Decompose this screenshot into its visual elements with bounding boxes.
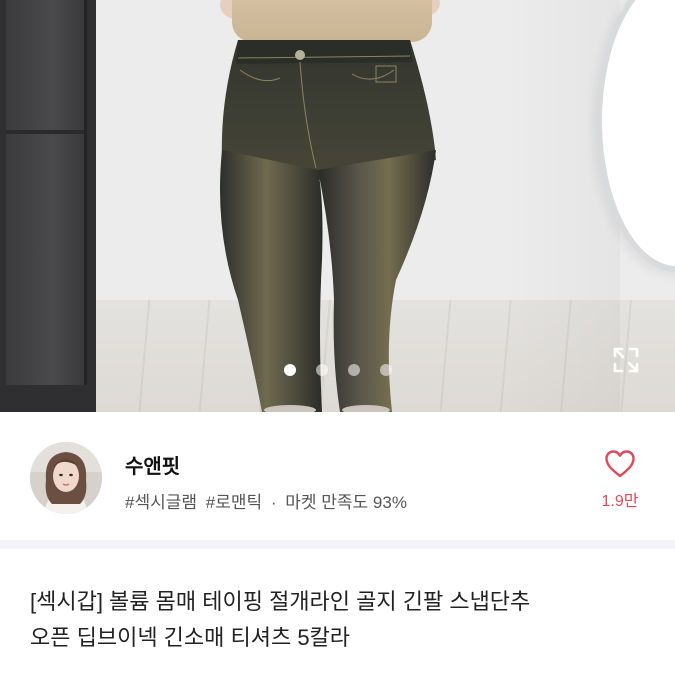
avatar-image <box>30 442 102 514</box>
section-divider <box>0 540 675 549</box>
product-title: [섹시갑] 볼륨 몸매 테이핑 절개라인 골지 긴팔 스냅단추 오픈 딥브이넥 … <box>30 584 650 656</box>
like-count: 1.9만 <box>601 493 639 510</box>
shop-tag[interactable]: #로맨틱 <box>206 493 262 512</box>
shop-avatar[interactable] <box>30 442 102 514</box>
carousel-indicator <box>0 364 675 376</box>
carousel-dot[interactable] <box>316 364 328 376</box>
heart-icon <box>605 450 635 478</box>
product-title-line: 오픈 딥브이넥 긴소매 티셔츠 5칼라 <box>30 625 351 650</box>
carousel-dot[interactable] <box>348 364 360 376</box>
shop-satisfaction: 마켓 만족도 93% <box>285 493 407 512</box>
product-title-line: [섹시갑] 볼륨 몸매 테이핑 절개라인 골지 긴팔 스냅단추 <box>30 589 531 614</box>
shop-tags: #섹시글램 #로맨틱 · 마켓 만족도 93% <box>125 488 411 513</box>
shop-tag[interactable]: #섹시글램 <box>125 493 197 512</box>
carousel-dot[interactable] <box>284 364 296 376</box>
shop-name[interactable]: 수앤핏 <box>125 450 180 479</box>
photo-jeans <box>220 40 436 412</box>
like-button[interactable]: 1.9만 <box>588 442 652 522</box>
carousel-dot[interactable] <box>380 364 392 376</box>
shop-info[interactable]: 수앤핏 #섹시글램 #로맨틱 · 마켓 만족도 93% 1.9만 <box>0 412 675 540</box>
tag-separator: · <box>270 493 277 512</box>
product-image[interactable] <box>0 0 675 412</box>
